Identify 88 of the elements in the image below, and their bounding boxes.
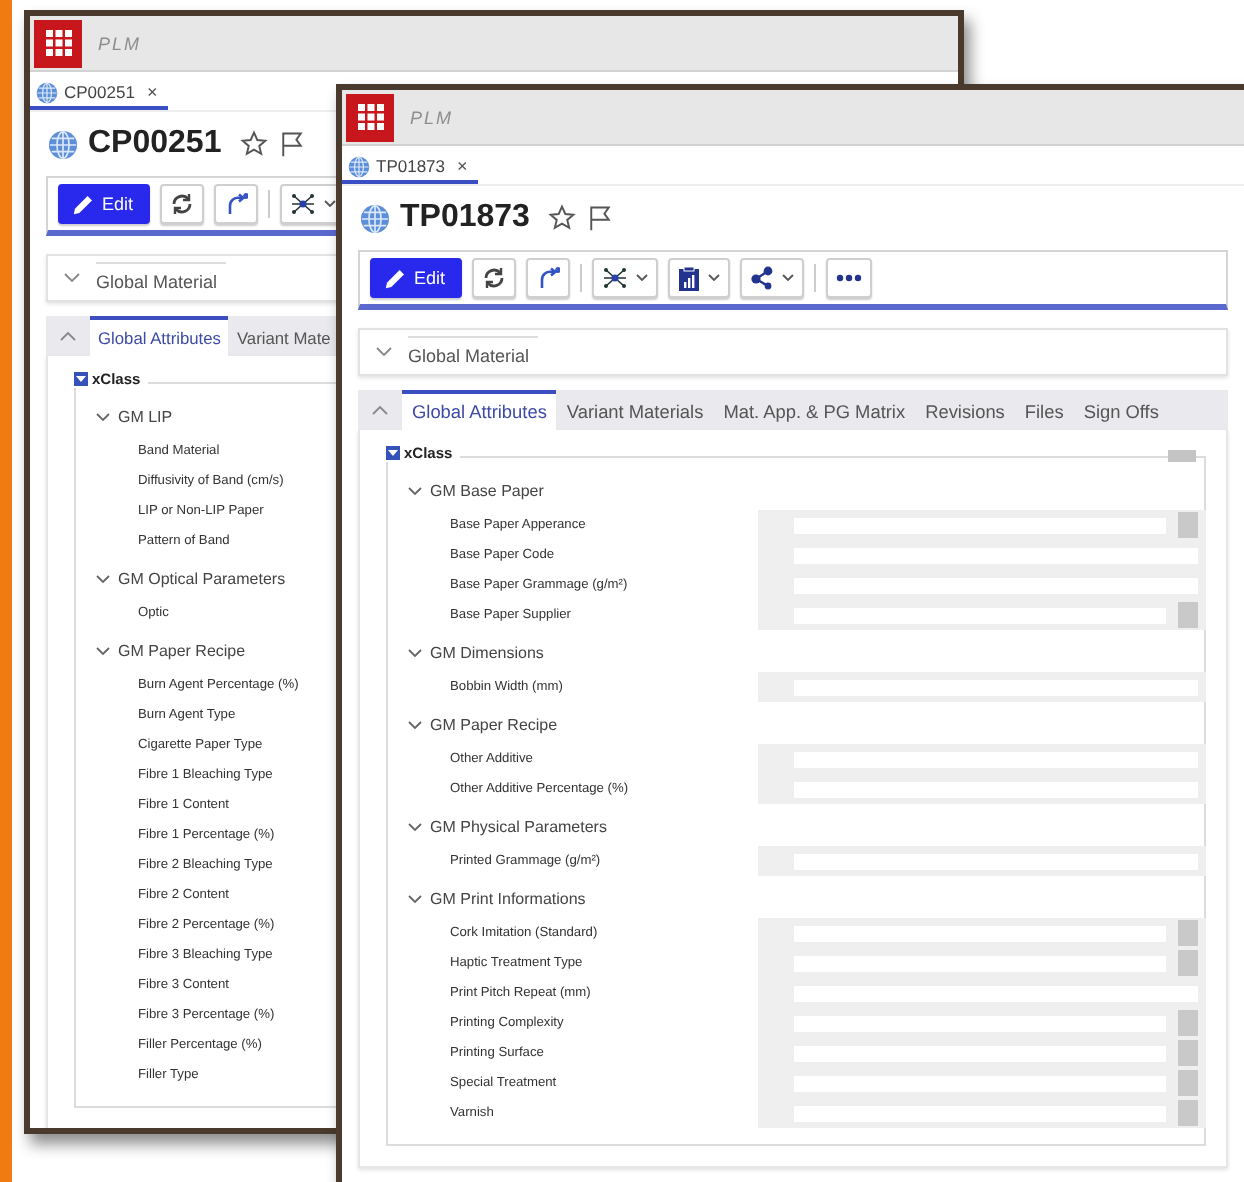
collapse-icon[interactable] [386, 446, 400, 460]
chevron-down-icon[interactable] [96, 644, 110, 658]
document-tab[interactable]: CP00251 × [30, 78, 168, 110]
chevron-down-icon[interactable] [408, 484, 422, 498]
input-field[interactable] [758, 672, 1206, 702]
tab[interactable]: Global Attributes [402, 390, 557, 430]
tab[interactable]: Mat. App. & PG Matrix [713, 390, 916, 430]
collapse-icon[interactable] [74, 372, 88, 386]
group-header[interactable]: GM Paper Recipe [118, 642, 246, 660]
group-header[interactable]: GM LIP [118, 408, 173, 426]
dropdown-field[interactable] [758, 600, 1206, 630]
input-field[interactable] [758, 570, 1206, 600]
record-title: CP00251 [88, 126, 222, 162]
dropdown-field[interactable] [758, 1098, 1206, 1128]
dropdown-field[interactable] [758, 918, 1206, 948]
refresh-icon [169, 192, 194, 216]
refresh-button[interactable] [159, 184, 204, 224]
network-button[interactable] [591, 258, 658, 298]
globe-icon [48, 129, 78, 159]
tab[interactable]: Files [1014, 390, 1074, 430]
globe-icon [36, 81, 58, 103]
group-header[interactable]: GM Print Informations [430, 890, 586, 908]
chevron-down-icon[interactable] [376, 346, 392, 358]
chevron-down-icon[interactable] [64, 272, 80, 284]
pencil-icon [384, 267, 406, 289]
flag-icon[interactable] [277, 130, 306, 158]
chevron-up-icon[interactable] [372, 404, 388, 416]
grid-icon [45, 30, 71, 56]
dropdown-field[interactable] [758, 1068, 1206, 1098]
dropdown-field[interactable] [758, 510, 1206, 540]
record-title: TP01873 [400, 200, 530, 236]
redo-button[interactable] [525, 258, 570, 298]
dropdown-field[interactable] [758, 1008, 1206, 1038]
flag-icon[interactable] [585, 204, 614, 232]
input-field[interactable] [758, 744, 1206, 774]
globe-icon [348, 155, 370, 177]
app-menu-button[interactable] [346, 93, 394, 141]
globe-icon [360, 203, 390, 233]
star-icon[interactable] [239, 130, 268, 158]
section-title[interactable]: Global Material [408, 335, 538, 369]
edit-button[interactable]: Edit [58, 184, 150, 224]
redo-button[interactable] [213, 184, 258, 224]
input-field[interactable] [758, 846, 1206, 876]
chevron-up-icon[interactable] [60, 330, 76, 342]
share-icon [749, 266, 774, 290]
chevron-down-icon[interactable] [408, 718, 422, 732]
pencil-icon [72, 193, 94, 215]
star-icon[interactable] [547, 204, 576, 232]
tab[interactable]: Sign Offs [1073, 390, 1169, 430]
report-button[interactable] [667, 258, 730, 298]
group-header[interactable]: GM Dimensions [430, 644, 544, 662]
tab[interactable]: Global Attributes [90, 316, 229, 356]
chevron-down-icon[interactable] [96, 572, 110, 586]
group-header[interactable]: GM Physical Parameters [430, 818, 607, 836]
group-header[interactable]: GM Base Paper [430, 482, 544, 500]
dropdown-field[interactable] [758, 1038, 1206, 1068]
group-header[interactable]: GM Optical Parameters [118, 570, 286, 588]
chevron-down-icon[interactable] [408, 820, 422, 834]
input-field[interactable] [758, 540, 1206, 570]
curved-arrow-icon [535, 266, 560, 290]
chevron-down-icon[interactable] [96, 410, 110, 424]
tab[interactable]: Variant Mate [228, 316, 339, 356]
clipboard-chart-icon [677, 265, 700, 291]
close-button[interactable]: × [146, 82, 158, 102]
more-icon [835, 274, 862, 282]
tab[interactable]: Variant Materials [556, 390, 714, 430]
network-icon [601, 266, 628, 290]
tab[interactable]: Revisions [915, 390, 1015, 430]
chevron-down-icon[interactable] [408, 646, 422, 660]
refresh-icon [481, 266, 506, 290]
input-field[interactable] [758, 978, 1206, 1008]
close-button[interactable]: × [457, 156, 468, 176]
document-tab[interactable]: TP01873 × [342, 152, 478, 184]
curved-arrow-icon [223, 192, 248, 216]
share-button[interactable] [739, 258, 804, 298]
more-button[interactable] [825, 258, 872, 298]
chevron-down-icon[interactable] [408, 892, 422, 906]
logo: PLM [98, 33, 142, 53]
refresh-button[interactable] [471, 258, 516, 298]
grid-icon [357, 104, 383, 130]
dropdown-field[interactable] [758, 948, 1206, 978]
network-icon [289, 192, 316, 216]
edit-button[interactable]: Edit [370, 258, 462, 298]
logo: PLM [410, 107, 454, 127]
section-title[interactable]: Global Material [96, 261, 226, 295]
app-menu-button[interactable] [34, 19, 82, 67]
input-field[interactable] [758, 774, 1206, 804]
group-header[interactable]: GM Paper Recipe [430, 716, 558, 734]
